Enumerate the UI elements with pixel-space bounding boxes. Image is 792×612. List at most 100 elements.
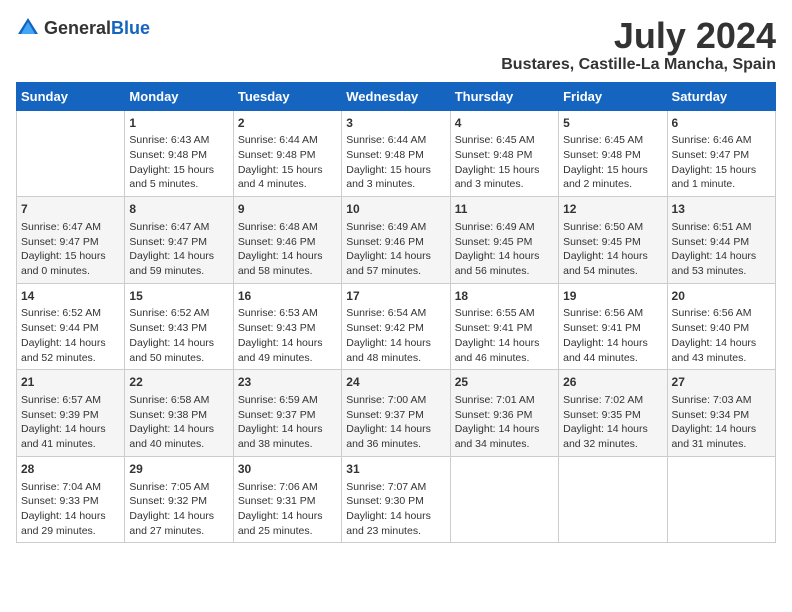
- header-monday: Monday: [125, 82, 233, 110]
- day-number: 1: [129, 115, 228, 132]
- calendar-cell: 3 Sunrise: 6:44 AM Sunset: 9:48 PM Dayli…: [342, 110, 450, 197]
- calendar-cell: 7 Sunrise: 6:47 AM Sunset: 9:47 PM Dayli…: [17, 197, 125, 284]
- sunrise-text: Sunrise: 6:44 AM: [238, 134, 318, 146]
- sunset-text: Sunset: 9:33 PM: [21, 495, 99, 507]
- day-number: 17: [346, 288, 445, 305]
- daylight-text: Daylight: 14 hours and 53 minutes.: [672, 250, 757, 277]
- calendar-cell: 15 Sunrise: 6:52 AM Sunset: 9:43 PM Dayl…: [125, 283, 233, 370]
- logo-blue: Blue: [111, 18, 150, 38]
- calendar-cell: 5 Sunrise: 6:45 AM Sunset: 9:48 PM Dayli…: [559, 110, 667, 197]
- calendar-cell: 12 Sunrise: 6:50 AM Sunset: 9:45 PM Dayl…: [559, 197, 667, 284]
- sunset-text: Sunset: 9:47 PM: [672, 149, 750, 161]
- sunrise-text: Sunrise: 6:55 AM: [455, 307, 535, 319]
- calendar-cell: 11 Sunrise: 6:49 AM Sunset: 9:45 PM Dayl…: [450, 197, 558, 284]
- sunset-text: Sunset: 9:42 PM: [346, 322, 424, 334]
- day-number: 16: [238, 288, 337, 305]
- day-number: 31: [346, 461, 445, 478]
- sunrise-text: Sunrise: 6:58 AM: [129, 394, 209, 406]
- daylight-text: Daylight: 14 hours and 57 minutes.: [346, 250, 431, 277]
- calendar-cell: 17 Sunrise: 6:54 AM Sunset: 9:42 PM Dayl…: [342, 283, 450, 370]
- sunrise-text: Sunrise: 6:51 AM: [672, 221, 752, 233]
- sunset-text: Sunset: 9:43 PM: [238, 322, 316, 334]
- daylight-text: Daylight: 14 hours and 50 minutes.: [129, 337, 214, 364]
- daylight-text: Daylight: 14 hours and 38 minutes.: [238, 423, 323, 450]
- sunset-text: Sunset: 9:41 PM: [563, 322, 641, 334]
- sunrise-text: Sunrise: 7:06 AM: [238, 481, 318, 493]
- day-number: 27: [672, 374, 771, 391]
- calendar-cell: 23 Sunrise: 6:59 AM Sunset: 9:37 PM Dayl…: [233, 370, 341, 457]
- calendar-cell: 31 Sunrise: 7:07 AM Sunset: 9:30 PM Dayl…: [342, 456, 450, 543]
- calendar-cell: 2 Sunrise: 6:44 AM Sunset: 9:48 PM Dayli…: [233, 110, 341, 197]
- sunrise-text: Sunrise: 6:45 AM: [563, 134, 643, 146]
- calendar-table: Sunday Monday Tuesday Wednesday Thursday…: [16, 82, 776, 544]
- calendar-cell: 10 Sunrise: 6:49 AM Sunset: 9:46 PM Dayl…: [342, 197, 450, 284]
- daylight-text: Daylight: 14 hours and 58 minutes.: [238, 250, 323, 277]
- day-number: 20: [672, 288, 771, 305]
- day-number: 3: [346, 115, 445, 132]
- sunset-text: Sunset: 9:48 PM: [455, 149, 533, 161]
- calendar-cell: 19 Sunrise: 6:56 AM Sunset: 9:41 PM Dayl…: [559, 283, 667, 370]
- sunrise-text: Sunrise: 6:50 AM: [563, 221, 643, 233]
- calendar-cell: [667, 456, 775, 543]
- sunset-text: Sunset: 9:35 PM: [563, 409, 641, 421]
- sunrise-text: Sunrise: 7:04 AM: [21, 481, 101, 493]
- sunrise-text: Sunrise: 6:52 AM: [129, 307, 209, 319]
- daylight-text: Daylight: 14 hours and 34 minutes.: [455, 423, 540, 450]
- daylight-text: Daylight: 14 hours and 23 minutes.: [346, 510, 431, 537]
- sunrise-text: Sunrise: 6:46 AM: [672, 134, 752, 146]
- sunset-text: Sunset: 9:32 PM: [129, 495, 207, 507]
- daylight-text: Daylight: 14 hours and 32 minutes.: [563, 423, 648, 450]
- page-header: GeneralBlue July 2024 Bustares, Castille…: [16, 16, 776, 74]
- sunrise-text: Sunrise: 7:01 AM: [455, 394, 535, 406]
- calendar-cell: [17, 110, 125, 197]
- sunset-text: Sunset: 9:37 PM: [238, 409, 316, 421]
- calendar-header: Sunday Monday Tuesday Wednesday Thursday…: [17, 82, 776, 110]
- daylight-text: Daylight: 14 hours and 54 minutes.: [563, 250, 648, 277]
- calendar-cell: 4 Sunrise: 6:45 AM Sunset: 9:48 PM Dayli…: [450, 110, 558, 197]
- calendar-cell: 18 Sunrise: 6:55 AM Sunset: 9:41 PM Dayl…: [450, 283, 558, 370]
- calendar-cell: 26 Sunrise: 7:02 AM Sunset: 9:35 PM Dayl…: [559, 370, 667, 457]
- sunset-text: Sunset: 9:43 PM: [129, 322, 207, 334]
- calendar-cell: 30 Sunrise: 7:06 AM Sunset: 9:31 PM Dayl…: [233, 456, 341, 543]
- sunset-text: Sunset: 9:48 PM: [346, 149, 424, 161]
- calendar-cell: 25 Sunrise: 7:01 AM Sunset: 9:36 PM Dayl…: [450, 370, 558, 457]
- daylight-text: Daylight: 15 hours and 3 minutes.: [455, 164, 540, 191]
- sunset-text: Sunset: 9:41 PM: [455, 322, 533, 334]
- logo-general: General: [44, 18, 111, 38]
- daylight-text: Daylight: 14 hours and 46 minutes.: [455, 337, 540, 364]
- calendar-cell: 27 Sunrise: 7:03 AM Sunset: 9:34 PM Dayl…: [667, 370, 775, 457]
- sunrise-text: Sunrise: 6:44 AM: [346, 134, 426, 146]
- day-number: 26: [563, 374, 662, 391]
- calendar-week-row: 1 Sunrise: 6:43 AM Sunset: 9:48 PM Dayli…: [17, 110, 776, 197]
- day-number: 2: [238, 115, 337, 132]
- daylight-text: Daylight: 14 hours and 43 minutes.: [672, 337, 757, 364]
- sunrise-text: Sunrise: 6:57 AM: [21, 394, 101, 406]
- calendar-cell: 8 Sunrise: 6:47 AM Sunset: 9:47 PM Dayli…: [125, 197, 233, 284]
- daylight-text: Daylight: 14 hours and 52 minutes.: [21, 337, 106, 364]
- daylight-text: Daylight: 14 hours and 59 minutes.: [129, 250, 214, 277]
- sunset-text: Sunset: 9:44 PM: [21, 322, 99, 334]
- sunset-text: Sunset: 9:48 PM: [238, 149, 316, 161]
- logo-text: GeneralBlue: [44, 18, 150, 39]
- header-wednesday: Wednesday: [342, 82, 450, 110]
- daylight-text: Daylight: 14 hours and 48 minutes.: [346, 337, 431, 364]
- header-thursday: Thursday: [450, 82, 558, 110]
- sunrise-text: Sunrise: 7:03 AM: [672, 394, 752, 406]
- calendar-cell: 14 Sunrise: 6:52 AM Sunset: 9:44 PM Dayl…: [17, 283, 125, 370]
- calendar-week-row: 21 Sunrise: 6:57 AM Sunset: 9:39 PM Dayl…: [17, 370, 776, 457]
- header-sunday: Sunday: [17, 82, 125, 110]
- logo: GeneralBlue: [16, 16, 150, 40]
- sunset-text: Sunset: 9:45 PM: [563, 236, 641, 248]
- day-number: 7: [21, 201, 120, 218]
- sunset-text: Sunset: 9:47 PM: [129, 236, 207, 248]
- daylight-text: Daylight: 14 hours and 31 minutes.: [672, 423, 757, 450]
- month-title: July 2024: [501, 16, 776, 56]
- location-title: Bustares, Castille-La Mancha, Spain: [501, 56, 776, 74]
- calendar-cell: 22 Sunrise: 6:58 AM Sunset: 9:38 PM Dayl…: [125, 370, 233, 457]
- calendar-cell: 24 Sunrise: 7:00 AM Sunset: 9:37 PM Dayl…: [342, 370, 450, 457]
- calendar-cell: 28 Sunrise: 7:04 AM Sunset: 9:33 PM Dayl…: [17, 456, 125, 543]
- sunrise-text: Sunrise: 6:47 AM: [21, 221, 101, 233]
- sunset-text: Sunset: 9:30 PM: [346, 495, 424, 507]
- sunrise-text: Sunrise: 6:43 AM: [129, 134, 209, 146]
- calendar-week-row: 14 Sunrise: 6:52 AM Sunset: 9:44 PM Dayl…: [17, 283, 776, 370]
